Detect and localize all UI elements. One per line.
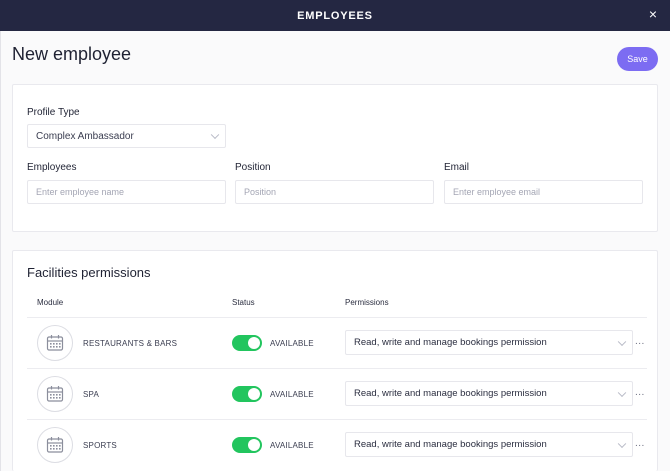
profile-type-label: Profile Type [27, 107, 80, 118]
position-label: Position [235, 162, 271, 173]
toggle-knob [248, 388, 260, 400]
module-name: SPORTS [83, 441, 117, 450]
toggle-knob [248, 337, 260, 349]
column-header-status: Status [232, 298, 255, 307]
facilities-card: Facilities permissions Module Status Per… [12, 250, 658, 471]
chevron-down-icon [617, 337, 627, 346]
permission-value: Read, write and manage bookings permissi… [354, 388, 547, 399]
employee-name-input[interactable] [27, 180, 226, 204]
facility-row: SPORTS AVAILABLE Read, write and manage … [27, 419, 647, 470]
module-name: RESTAURANTS & BARS [83, 339, 178, 348]
profile-type-select[interactable]: Complex Ambassador [27, 124, 226, 148]
page-title: New employee [12, 44, 132, 64]
module-name: SPA [83, 390, 100, 399]
facilities-title: Facilities permissions [27, 265, 151, 280]
profile-type-value: Complex Ambassador [36, 130, 134, 142]
facility-row: RESTAURANTS & BARS AVAILABLE Read, write… [27, 317, 647, 368]
profile-card: Profile Type Complex Ambassador Employee… [12, 84, 658, 232]
chevron-down-icon [210, 130, 220, 140]
email-input[interactable] [444, 180, 643, 204]
chevron-down-icon [617, 388, 627, 397]
email-label: Email [444, 162, 470, 173]
permission-select[interactable]: Read, write and manage bookings permissi… [345, 381, 633, 406]
status-toggle[interactable] [232, 386, 262, 402]
employees-label: Employees [27, 162, 77, 173]
calendar-icon [37, 427, 73, 463]
calendar-icon [37, 325, 73, 361]
modal-title: EMPLOYEES [297, 10, 373, 22]
status-toggle[interactable] [232, 437, 262, 453]
more-icon[interactable]: ... [635, 387, 645, 398]
position-input[interactable] [235, 180, 434, 204]
status-text: AVAILABLE [270, 441, 314, 450]
modal-header: EMPLOYEES × [0, 0, 670, 31]
chevron-down-icon [617, 439, 627, 448]
column-header-module: Module [37, 298, 64, 307]
status-text: AVAILABLE [270, 390, 314, 399]
permission-value: Read, write and manage bookings permissi… [354, 439, 547, 450]
calendar-icon [37, 376, 73, 412]
save-button[interactable]: Save [617, 47, 658, 71]
permission-value: Read, write and manage bookings permissi… [354, 337, 547, 348]
more-icon[interactable]: ... [635, 336, 645, 347]
toggle-knob [248, 439, 260, 451]
close-icon[interactable]: × [646, 7, 660, 21]
status-toggle[interactable] [232, 335, 262, 351]
permission-select[interactable]: Read, write and manage bookings permissi… [345, 330, 633, 355]
facility-row: SPA AVAILABLE Read, write and manage boo… [27, 368, 647, 419]
status-text: AVAILABLE [270, 339, 314, 348]
permission-select[interactable]: Read, write and manage bookings permissi… [345, 432, 633, 457]
more-icon[interactable]: ... [635, 438, 645, 449]
column-header-permissions: Permissions [345, 298, 389, 307]
